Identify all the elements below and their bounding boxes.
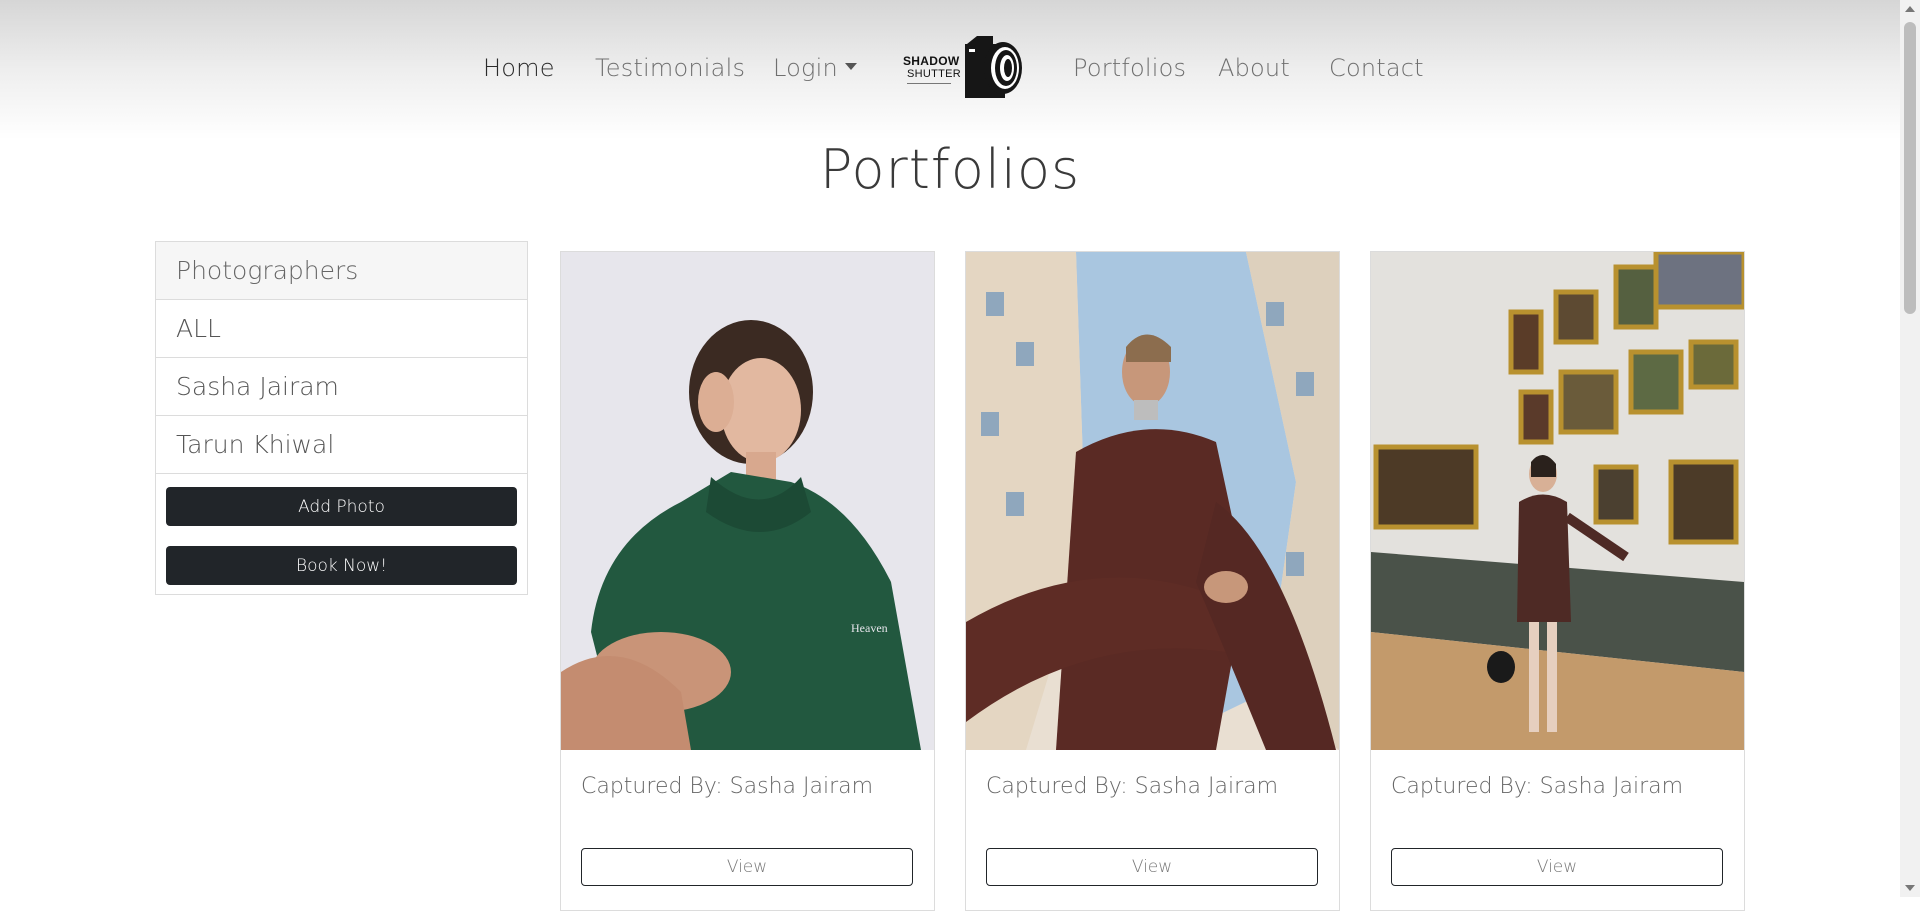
- scroll-up-arrow-icon[interactable]: [1905, 6, 1915, 12]
- logo-underline: [907, 83, 951, 84]
- brand-logo[interactable]: SHADOW SHUTTER: [903, 34, 1025, 100]
- nav-contact-link[interactable]: Contact: [1329, 54, 1424, 82]
- photographers-sidebar: Photographers ALL Sasha Jairam Tarun Khi…: [155, 241, 528, 595]
- svg-text:Heaven: Heaven: [851, 621, 888, 635]
- nav-portfolios-link[interactable]: Portfolios: [1073, 54, 1186, 82]
- page-scrollbar[interactable]: [1900, 0, 1920, 897]
- add-photo-button[interactable]: Add Photo: [166, 487, 517, 526]
- nav-login-label: Login: [773, 54, 838, 82]
- view-button[interactable]: View: [986, 848, 1318, 886]
- card-caption: Captured By: Sasha Jairam: [581, 774, 874, 799]
- camera-icon: [965, 36, 1022, 98]
- portfolio-photo[interactable]: [1371, 252, 1744, 750]
- logo-line2: SHUTTER: [907, 68, 962, 80]
- sidebar-header: Photographers: [156, 242, 527, 300]
- book-now-button[interactable]: Book Now!: [166, 546, 517, 585]
- navbar: Home Testimonials Login SHADOW SHUTTER P…: [0, 0, 1900, 140]
- nav-login-dropdown[interactable]: Login: [773, 54, 857, 82]
- portfolio-card: Captured By: Sasha Jairam View: [1370, 251, 1745, 911]
- sidebar-item-all[interactable]: ALL: [156, 300, 527, 358]
- view-button[interactable]: View: [1391, 848, 1723, 886]
- sidebar-item-sasha-jairam[interactable]: Sasha Jairam: [156, 358, 527, 416]
- portfolio-photo[interactable]: [966, 252, 1339, 750]
- portfolio-card: Captured By: Sasha Jairam View: [965, 251, 1340, 911]
- chevron-down-icon: [844, 62, 857, 70]
- nav-about-link[interactable]: About: [1218, 54, 1290, 82]
- page-title: Portfolios: [819, 138, 1081, 201]
- nav-testimonials-link[interactable]: Testimonials: [595, 54, 745, 82]
- nav-home-link[interactable]: Home: [483, 54, 555, 82]
- scroll-down-arrow-icon[interactable]: [1905, 885, 1915, 891]
- portfolio-photo[interactable]: Heaven: [561, 252, 934, 750]
- logo-line1: SHADOW: [903, 54, 960, 68]
- view-button[interactable]: View: [581, 848, 913, 886]
- sidebar-item-tarun-khiwal[interactable]: Tarun Khiwal: [156, 416, 527, 474]
- card-caption: Captured By: Sasha Jairam: [1391, 774, 1684, 799]
- scrollbar-thumb[interactable]: [1904, 22, 1916, 314]
- card-caption: Captured By: Sasha Jairam: [986, 774, 1279, 799]
- portfolio-card: Heaven Captured By: Sasha Jairam View: [560, 251, 935, 911]
